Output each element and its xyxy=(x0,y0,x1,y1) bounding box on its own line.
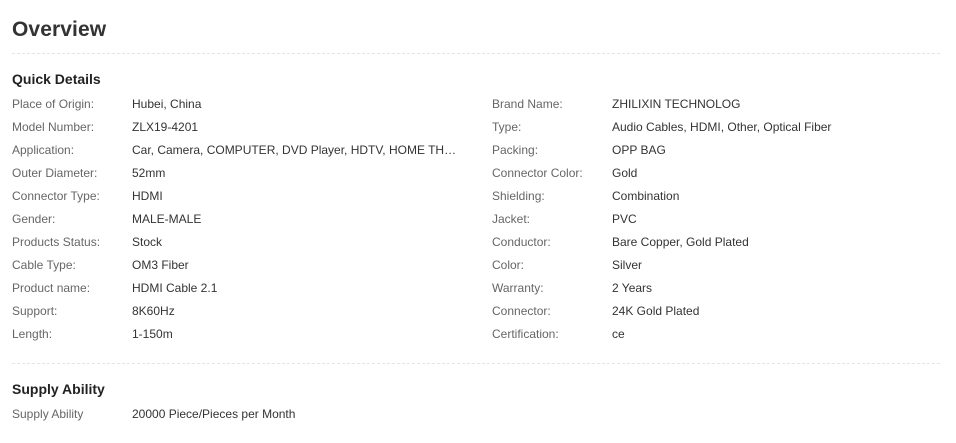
detail-label: Type: xyxy=(492,120,522,134)
detail-value: 1-150m xyxy=(132,327,173,341)
detail-value: Combination xyxy=(612,189,680,203)
detail-value: PVC xyxy=(612,212,637,226)
supply-ability-title: Supply Ability xyxy=(12,381,105,397)
detail-label: Application: xyxy=(12,143,75,157)
detail-value: MALE-MALE xyxy=(132,212,202,226)
quick-details-title: Quick Details xyxy=(12,71,101,87)
detail-value: Bare Copper, Gold Plated xyxy=(612,235,749,249)
detail-label: Model Number: xyxy=(12,120,95,134)
detail-row: Place of Origin: Hubei, China Brand Name… xyxy=(12,93,942,116)
section-divider xyxy=(12,363,940,364)
detail-value: 2 Years xyxy=(612,281,653,295)
detail-value: ZHILIXIN TECHNOLOG xyxy=(612,97,741,111)
detail-value: HDMI xyxy=(132,189,163,203)
detail-label: Brand Name: xyxy=(492,97,563,111)
detail-value: Car, Camera, COMPUTER, DVD Player, HDTV,… xyxy=(132,143,462,157)
detail-value: Gold xyxy=(612,166,638,180)
detail-label: Packing: xyxy=(492,143,539,157)
detail-row: Products Status: Stock Conductor: Bare C… xyxy=(12,231,942,254)
section-divider xyxy=(12,53,940,54)
detail-row: Application: Car, Camera, COMPUTER, DVD … xyxy=(12,139,942,162)
detail-label: Jacket: xyxy=(492,212,531,226)
overview-title: Overview xyxy=(12,18,107,41)
detail-label: Product name: xyxy=(12,281,91,295)
detail-label: Conductor: xyxy=(492,235,551,249)
detail-row: Model Number: ZLX19-4201 Type: Audio Cab… xyxy=(12,116,942,139)
detail-label: Color: xyxy=(492,258,525,272)
detail-row: Support: 8K60Hz Connector: 24K Gold Plat… xyxy=(12,300,942,323)
detail-label: Outer Diameter: xyxy=(12,166,98,180)
detail-label: Length: xyxy=(12,327,53,341)
detail-value: HDMI Cable 2.1 xyxy=(132,281,218,295)
supply-ability-row: Supply Ability 20000 Piece/Pieces per Mo… xyxy=(12,403,942,426)
detail-label: Support: xyxy=(12,304,58,318)
detail-row: Outer Diameter: 52mm Connector Color: Go… xyxy=(12,162,942,185)
detail-value: Hubei, China xyxy=(132,97,202,111)
quick-details-table: Place of Origin: Hubei, China Brand Name… xyxy=(12,93,942,346)
supply-ability-value: 20000 Piece/Pieces per Month xyxy=(132,407,296,421)
detail-label: Connector: xyxy=(492,304,551,318)
detail-value: Audio Cables, HDMI, Other, Optical Fiber xyxy=(612,120,832,134)
product-overview-page: Overview Quick Details Place of Origin: … xyxy=(0,0,956,443)
detail-row: Cable Type: OM3 Fiber Color: Silver xyxy=(12,254,942,277)
detail-row: Gender: MALE-MALE Jacket: PVC xyxy=(12,208,942,231)
detail-label: Cable Type: xyxy=(12,258,76,272)
detail-row: Connector Type: HDMI Shielding: Combinat… xyxy=(12,185,942,208)
detail-value: 24K Gold Plated xyxy=(612,304,700,318)
detail-label: Connector Type: xyxy=(12,189,100,203)
detail-value: ZLX19-4201 xyxy=(132,120,199,134)
detail-value: Stock xyxy=(132,235,163,249)
detail-label: Warranty: xyxy=(492,281,544,295)
supply-ability-label: Supply Ability xyxy=(12,407,84,421)
detail-label: Place of Origin: xyxy=(12,97,95,111)
detail-value: OM3 Fiber xyxy=(132,258,189,272)
detail-value: Silver xyxy=(612,258,643,272)
detail-row: Length: 1-150m Certification: ce xyxy=(12,323,942,346)
detail-label: Gender: xyxy=(12,212,56,226)
detail-row: Product name: HDMI Cable 2.1 Warranty: 2… xyxy=(12,277,942,300)
detail-value: 52mm xyxy=(132,166,166,180)
detail-value: 8K60Hz xyxy=(132,304,175,318)
detail-value: ce xyxy=(612,327,625,341)
detail-label: Shielding: xyxy=(492,189,545,203)
detail-label: Products Status: xyxy=(12,235,101,249)
detail-label: Certification: xyxy=(492,327,559,341)
detail-label: Connector Color: xyxy=(492,166,583,180)
detail-value: OPP BAG xyxy=(612,143,666,157)
